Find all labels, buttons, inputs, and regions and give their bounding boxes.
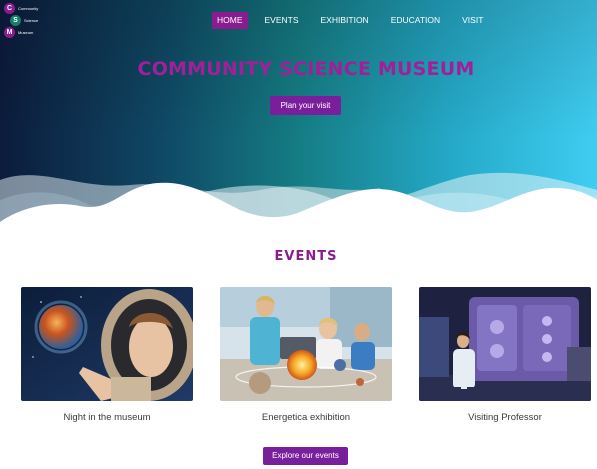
logo-letter-c: C xyxy=(4,3,15,14)
logo-word-museum: Museum xyxy=(18,30,34,35)
museum-logo[interactable]: C Community S Science M Museum xyxy=(4,3,64,39)
nav-item-visit[interactable]: VISIT xyxy=(457,12,488,29)
hero-title: COMMUNITY SCIENCE MUSEUM xyxy=(137,58,475,80)
event-card-night-museum[interactable]: Night in the museum xyxy=(21,287,193,423)
event-image-visiting-professor[interactable] xyxy=(419,287,591,401)
event-image-night-museum[interactable] xyxy=(21,287,193,401)
event-caption-night-museum[interactable]: Night in the museum xyxy=(21,412,193,423)
event-caption-visiting-professor[interactable]: Visiting Professor xyxy=(419,412,591,423)
event-card-visiting-professor[interactable]: Visiting Professor xyxy=(419,287,591,423)
main-nav: HOME EVENTS EXHIBITION EDUCATION VISIT xyxy=(212,12,500,29)
logo-letter-s: S xyxy=(10,15,21,26)
hero-waves xyxy=(0,172,597,232)
nav-item-home[interactable]: HOME xyxy=(212,12,248,29)
events-heading: EVENTS xyxy=(274,249,338,264)
event-caption-energetica[interactable]: Energetica exhibition xyxy=(220,412,392,423)
event-card-energetica[interactable]: Energetica exhibition xyxy=(220,287,392,423)
logo-word-science: Science xyxy=(24,18,39,23)
nav-item-education[interactable]: EDUCATION xyxy=(386,12,445,29)
logo-row-s: S Science xyxy=(10,15,38,26)
logo-row-c: C Community xyxy=(4,3,38,14)
plan-your-visit-button[interactable]: Plan your visit xyxy=(270,96,341,115)
event-image-energetica[interactable] xyxy=(220,287,392,401)
logo-letter-m: M xyxy=(4,27,15,38)
explore-events-button[interactable]: Explore our events xyxy=(263,447,348,465)
nav-item-events[interactable]: EVENTS xyxy=(260,12,304,29)
logo-row-m: M Museum xyxy=(4,27,33,38)
hero-section: C Community S Science M Museum HOME EVEN… xyxy=(0,0,597,232)
nav-item-exhibition[interactable]: EXHIBITION xyxy=(316,12,374,29)
logo-word-community: Community xyxy=(18,6,39,11)
